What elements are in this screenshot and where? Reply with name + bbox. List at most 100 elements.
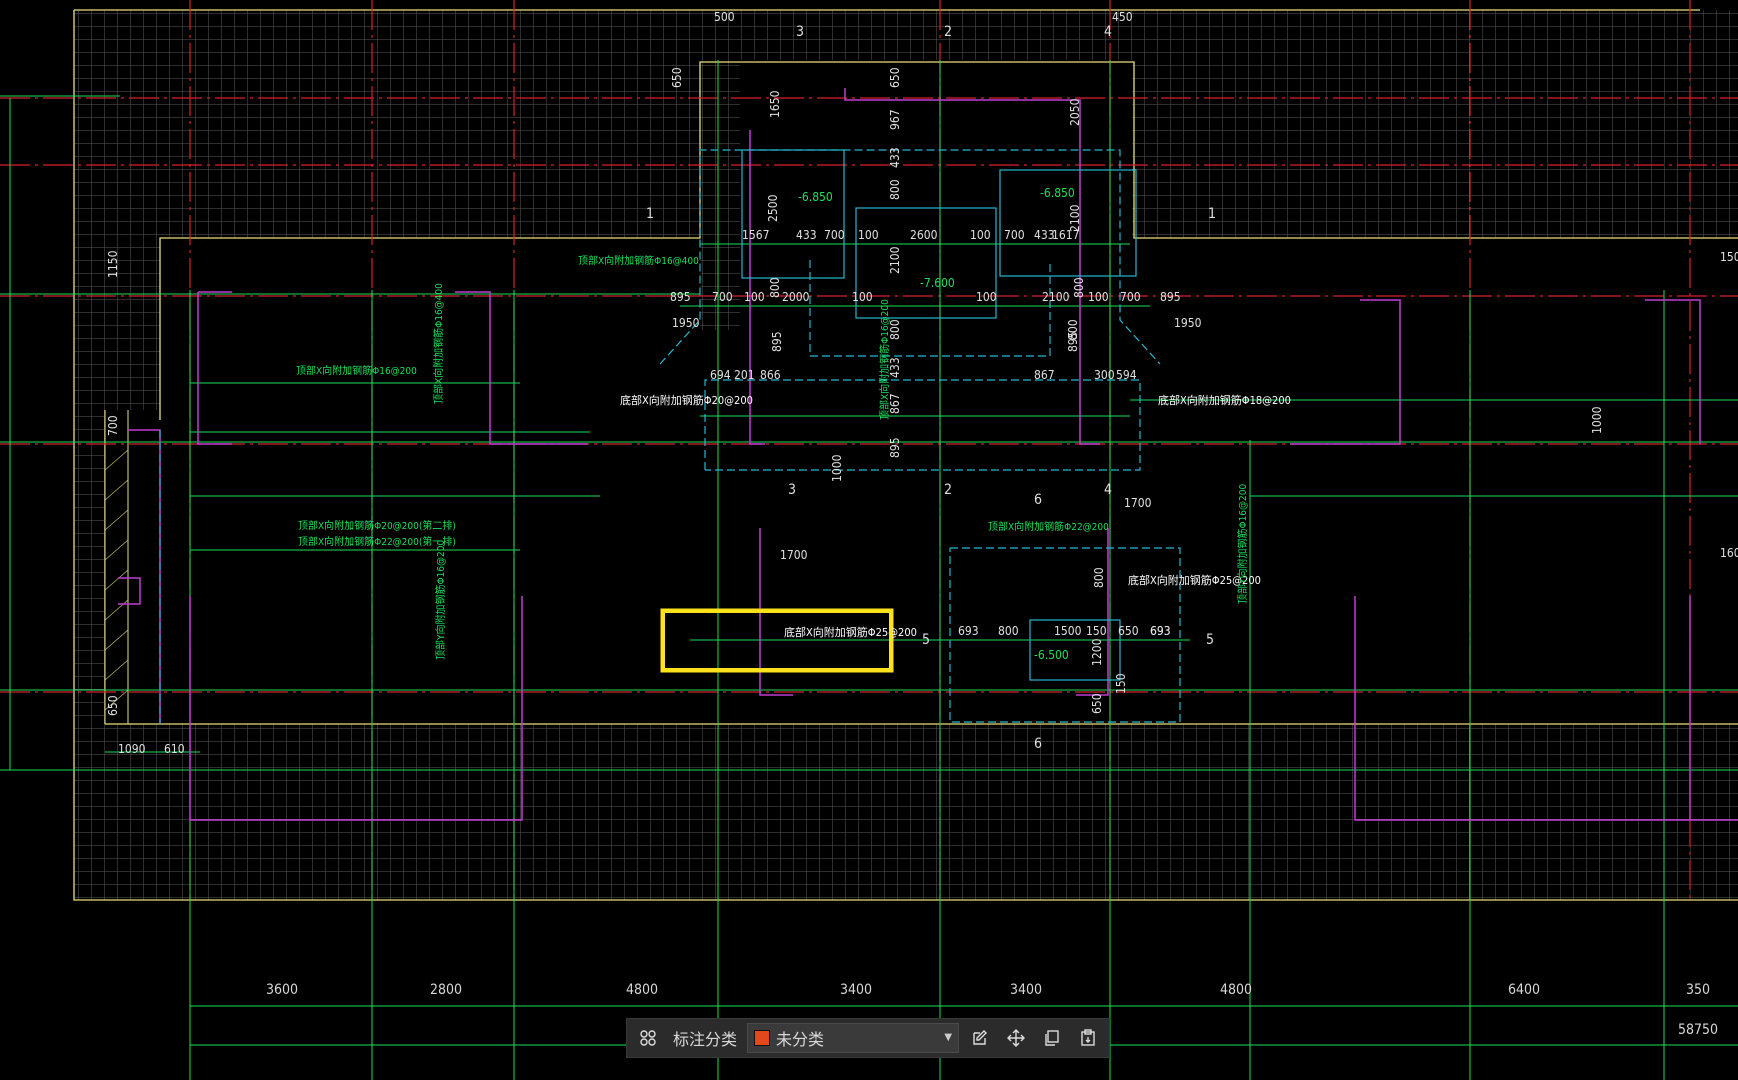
section-mark: 6 xyxy=(1034,492,1043,508)
dimension-label: 100 xyxy=(970,228,991,242)
section-mark: 4 xyxy=(1104,24,1113,40)
dimension-label: 800 xyxy=(1072,277,1086,298)
dimension-label: 1200 xyxy=(1090,638,1104,666)
dimension-label: 650 xyxy=(1090,693,1104,714)
dimension-label: 800 xyxy=(1092,567,1106,588)
move-icon[interactable] xyxy=(1001,1023,1031,1053)
axis-dimension: 3400 xyxy=(840,982,873,998)
section-mark: 3 xyxy=(788,482,797,498)
dimension-label: 2000 xyxy=(782,290,810,304)
dimension-label: 800 xyxy=(998,624,1019,638)
section-mark: 2 xyxy=(944,482,953,498)
dimension-label: 1150 xyxy=(106,250,120,278)
dimension-label: 650 xyxy=(106,695,120,716)
dimension-label: 2500 xyxy=(766,194,780,222)
dimension-label: 2600 xyxy=(910,228,938,242)
axis-dimension: 4800 xyxy=(626,982,659,998)
dimension-label: 1617 xyxy=(1052,228,1080,242)
chevron-down-icon: ▼ xyxy=(944,1032,953,1043)
dimension-label: 100 xyxy=(858,228,879,242)
dimension-label: 700 xyxy=(1004,228,1025,242)
selected-category: 未分类 xyxy=(776,1030,825,1049)
section-mark: 5 xyxy=(1206,632,1215,648)
dimension-label: 693 xyxy=(958,624,979,638)
dimension-label: 700 xyxy=(106,415,120,436)
dimension-label: 650 xyxy=(1118,624,1139,638)
dimension-label: 201 xyxy=(734,368,755,382)
dimension-label: 895 xyxy=(670,290,691,304)
rebar-note: 顶部X向附加钢筋Φ16@200 xyxy=(880,299,891,420)
rebar-note: 顶部X向附加钢筋Φ16@400 xyxy=(434,283,445,404)
dimension-label: 867 xyxy=(1034,368,1055,382)
dimension-label: 967 xyxy=(888,109,902,130)
dimension-label: 610 xyxy=(164,742,185,756)
dimension-label: 895 xyxy=(888,437,902,458)
section-mark: 4 xyxy=(1104,482,1113,498)
rebar-note: 顶部Y向附加钢筋Φ16@200 xyxy=(436,539,447,660)
dimension-label: 1000 xyxy=(830,454,844,482)
dimension-label: 1700 xyxy=(1124,496,1152,510)
dimension-label: 100 xyxy=(852,290,873,304)
dimension-label: 800 xyxy=(768,277,782,298)
dimension-label: 1090 xyxy=(118,742,146,756)
dimension-label: 1000 xyxy=(1590,406,1604,434)
section-mark: 1 xyxy=(1208,206,1217,222)
dimension-label: 895 xyxy=(1160,290,1181,304)
dimension-label: 150 xyxy=(1114,673,1128,694)
section-mark: 3 xyxy=(796,24,805,40)
dimension-label: 2050 xyxy=(1068,98,1082,126)
category-select[interactable]: 未分类 ▼ xyxy=(747,1023,960,1053)
rebar-note: 底部X向附加钢筋Φ18@200 xyxy=(1158,394,1291,407)
dimension-label: 1650 xyxy=(768,90,782,118)
dimension-label: 895 xyxy=(770,331,784,352)
rebar-note: 顶部X向附加钢筋Φ16@400 xyxy=(578,256,699,267)
axis-dimension: 2800 xyxy=(430,982,463,998)
paste-icon[interactable] xyxy=(1073,1023,1103,1053)
axis-dimension: 6400 xyxy=(1508,982,1541,998)
dimension-label: 100 xyxy=(1088,290,1109,304)
grid-icon[interactable] xyxy=(633,1023,663,1053)
dimension-label: 594 xyxy=(1116,368,1137,382)
dimension-label: 700 xyxy=(712,290,733,304)
dimension-label: 100 xyxy=(976,290,997,304)
elevation-label: -6.850 xyxy=(798,190,833,204)
dimension-label: 1950 xyxy=(672,316,700,330)
annotation-toolbar: 标注分类 未分类 ▼ xyxy=(626,1018,1110,1058)
dimension-label: 800 xyxy=(1066,319,1080,340)
elevation-label: -6.500 xyxy=(1034,648,1069,662)
dimension-label: 160 xyxy=(1720,546,1738,560)
total-dimension: 58750 xyxy=(1678,1022,1719,1038)
dimension-label: 150 xyxy=(1720,250,1738,264)
dimension-label: 433 xyxy=(796,228,817,242)
copy-icon[interactable] xyxy=(1037,1023,1067,1053)
rebar-note: 顶部X向附加钢筋Φ22@200 xyxy=(988,522,1109,533)
classify-label: 标注分类 xyxy=(673,1030,738,1049)
dimension-label: 433 xyxy=(888,147,902,168)
selection-highlight[interactable] xyxy=(662,610,892,671)
elevation-label: -6.850 xyxy=(1040,186,1075,200)
rebar-note: 顶部Y向附加钢筋Φ16@200 xyxy=(1238,483,1249,604)
dimension-label: 2100 xyxy=(888,246,902,274)
dimension-label: 866 xyxy=(760,368,781,382)
dimension-label: 700 xyxy=(1120,290,1141,304)
dimension-label: 650 xyxy=(670,67,684,88)
category-color-swatch xyxy=(754,1030,771,1046)
edit-icon[interactable] xyxy=(965,1023,995,1053)
dimension-label: 1567 xyxy=(742,228,770,242)
axis-dimension: 3400 xyxy=(1010,982,1043,998)
cad-viewport[interactable]: 500 450 650 650 1650 967 433 800 2050 2500 2100 210… xyxy=(0,0,1738,1080)
rebar-note: 底部X向附加钢筋Φ20@200 xyxy=(620,394,753,407)
section-mark: 2 xyxy=(944,24,953,40)
dimension-label: 450 xyxy=(1112,10,1133,24)
dimension-label: 693 xyxy=(1150,624,1171,638)
dimension-label: 300 xyxy=(1094,368,1115,382)
dimension-label: 650 xyxy=(888,67,902,88)
dimension-label: 1700 xyxy=(780,548,808,562)
cad-drawing xyxy=(0,0,1738,1080)
axis-dimension: 350 xyxy=(1686,982,1711,998)
axis-dimension: 3600 xyxy=(266,982,299,998)
dimension-label: 700 xyxy=(824,228,845,242)
dimension-label: 1500 xyxy=(1054,624,1082,638)
rebar-note: 顶部X向附加钢筋Φ20@200(第二排) xyxy=(298,521,456,532)
dimension-label: 500 xyxy=(714,10,735,24)
